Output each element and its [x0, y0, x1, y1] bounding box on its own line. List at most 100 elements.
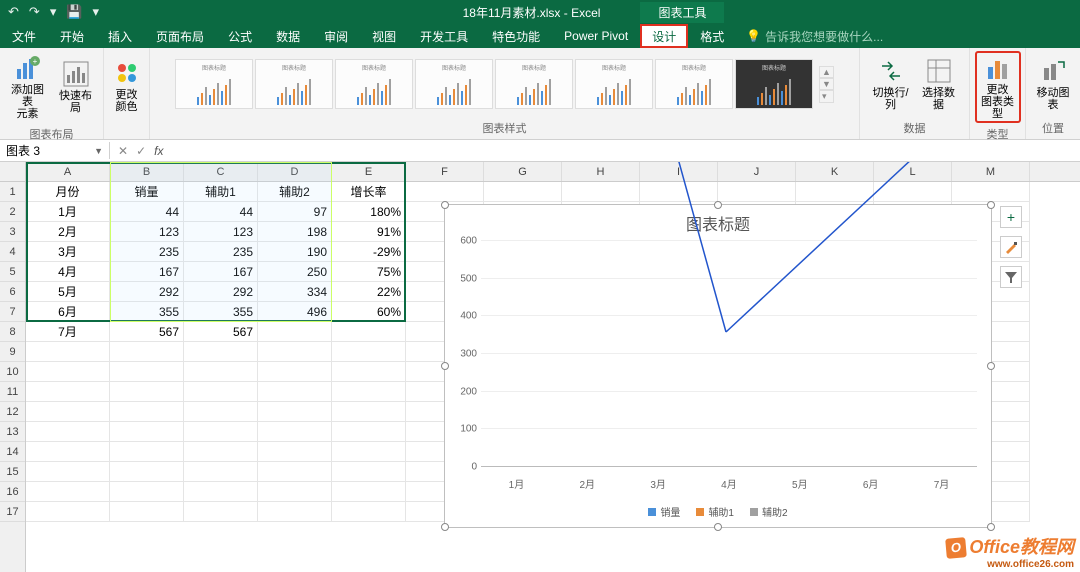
row-header[interactable]: 16 — [0, 482, 25, 502]
cell[interactable]: 292 — [110, 282, 184, 302]
cell[interactable]: 60% — [332, 302, 406, 322]
chart-styles-button[interactable] — [1000, 236, 1022, 258]
cell[interactable] — [796, 182, 874, 202]
col-header[interactable]: E — [332, 162, 406, 181]
cell[interactable] — [184, 462, 258, 482]
cell[interactable]: 44 — [110, 202, 184, 222]
chart-style-thumb[interactable]: 图表标题 — [415, 59, 493, 109]
plot-area[interactable]: 0100200300400500600 — [481, 241, 977, 467]
chart-title[interactable]: 图表标题 — [445, 205, 991, 241]
col-header[interactable]: M — [952, 162, 1030, 181]
tab-special[interactable]: 特色功能 — [480, 24, 552, 48]
cell[interactable]: 4月 — [26, 262, 110, 282]
formula-input[interactable] — [171, 144, 1080, 158]
cell[interactable] — [332, 502, 406, 522]
tab-data[interactable]: 数据 — [264, 24, 312, 48]
cell[interactable] — [110, 382, 184, 402]
row-header[interactable]: 5 — [0, 262, 25, 282]
cell[interactable] — [718, 182, 796, 202]
chart-elements-button[interactable]: + — [1000, 206, 1022, 228]
cell[interactable]: 7月 — [26, 322, 110, 342]
cell[interactable]: 2月 — [26, 222, 110, 242]
cell[interactable]: 235 — [184, 242, 258, 262]
cell[interactable] — [258, 382, 332, 402]
cell[interactable]: 567 — [110, 322, 184, 342]
row-header[interactable]: 12 — [0, 402, 25, 422]
col-header[interactable]: G — [484, 162, 562, 181]
cell[interactable]: 198 — [258, 222, 332, 242]
cell[interactable]: 567 — [184, 322, 258, 342]
tab-design[interactable]: 设计 — [640, 24, 688, 48]
cell[interactable] — [110, 462, 184, 482]
cell[interactable] — [332, 362, 406, 382]
cell[interactable] — [640, 182, 718, 202]
cell[interactable]: 6月 — [26, 302, 110, 322]
change-colors-button[interactable]: 更改 颜色 — [105, 57, 149, 115]
row-header[interactable]: 6 — [0, 282, 25, 302]
row-header[interactable]: 14 — [0, 442, 25, 462]
cell[interactable]: 辅助2 — [258, 182, 332, 202]
cell[interactable] — [332, 402, 406, 422]
chart-style-thumb[interactable]: 图表标题 — [175, 59, 253, 109]
chart-style-thumb[interactable]: 图表标题 — [495, 59, 573, 109]
col-header[interactable]: J — [718, 162, 796, 181]
qa-save-icon[interactable]: 💾 — [66, 4, 82, 20]
row-header[interactable]: 7 — [0, 302, 25, 322]
chart-object[interactable]: 图表标题 0100200300400500600 1月2月3月4月5月6月7月 … — [444, 204, 992, 528]
row-header[interactable]: 1 — [0, 182, 25, 202]
col-header[interactable]: A — [26, 162, 110, 181]
cell[interactable]: 辅助1 — [184, 182, 258, 202]
row-header[interactable]: 10 — [0, 362, 25, 382]
cell[interactable] — [26, 422, 110, 442]
change-chart-type-button[interactable]: 更改 图表类型 — [976, 52, 1020, 122]
cell[interactable]: 167 — [184, 262, 258, 282]
cell[interactable] — [874, 182, 952, 202]
cell[interactable]: 22% — [332, 282, 406, 302]
cell[interactable]: 123 — [110, 222, 184, 242]
cell[interactable] — [184, 342, 258, 362]
cell[interactable] — [258, 322, 332, 342]
gallery-down-icon[interactable]: ▼ — [819, 78, 834, 90]
cell[interactable]: 250 — [258, 262, 332, 282]
row-header[interactable]: 2 — [0, 202, 25, 222]
cell[interactable]: 销量 — [110, 182, 184, 202]
cell[interactable] — [184, 402, 258, 422]
col-header[interactable]: I — [640, 162, 718, 181]
cell[interactable] — [110, 482, 184, 502]
cell[interactable] — [952, 182, 1030, 202]
switch-row-column-button[interactable]: 切换行/列 — [869, 55, 913, 113]
cell[interactable]: 334 — [258, 282, 332, 302]
cell[interactable] — [110, 362, 184, 382]
gallery-up-icon[interactable]: ▲ — [819, 66, 834, 78]
cell[interactable]: 167 — [110, 262, 184, 282]
cell[interactable] — [26, 462, 110, 482]
cell[interactable]: 月份 — [26, 182, 110, 202]
row-header[interactable]: 9 — [0, 342, 25, 362]
chart-style-thumb[interactable]: 图表标题 — [255, 59, 333, 109]
tab-pagelayout[interactable]: 页面布局 — [144, 24, 216, 48]
move-chart-button[interactable]: 移动图表 — [1031, 55, 1075, 113]
chart-styles-gallery[interactable]: 图表标题图表标题图表标题图表标题图表标题图表标题图表标题图表标题 — [175, 59, 813, 109]
name-box[interactable]: 图表 3 ▼ — [0, 142, 110, 159]
cell[interactable] — [110, 402, 184, 422]
cell[interactable] — [26, 502, 110, 522]
cell[interactable] — [258, 502, 332, 522]
cell[interactable]: 75% — [332, 262, 406, 282]
cell[interactable]: 180% — [332, 202, 406, 222]
cell[interactable] — [26, 442, 110, 462]
row-header[interactable]: 3 — [0, 222, 25, 242]
cell[interactable]: 123 — [184, 222, 258, 242]
tab-file[interactable]: 文件 — [0, 24, 48, 48]
cell[interactable] — [258, 442, 332, 462]
row-header[interactable]: 8 — [0, 322, 25, 342]
tab-format[interactable]: 格式 — [688, 24, 736, 48]
cell[interactable]: 292 — [184, 282, 258, 302]
qa-redo-icon[interactable]: ↷ — [29, 4, 40, 20]
col-header[interactable]: B — [110, 162, 184, 181]
tab-developer[interactable]: 开发工具 — [408, 24, 480, 48]
cell[interactable] — [258, 342, 332, 362]
cell[interactable] — [110, 442, 184, 462]
enter-icon[interactable]: ✓ — [136, 144, 146, 158]
gallery-more-icon[interactable]: ▾ — [819, 90, 834, 103]
cell[interactable]: 3月 — [26, 242, 110, 262]
